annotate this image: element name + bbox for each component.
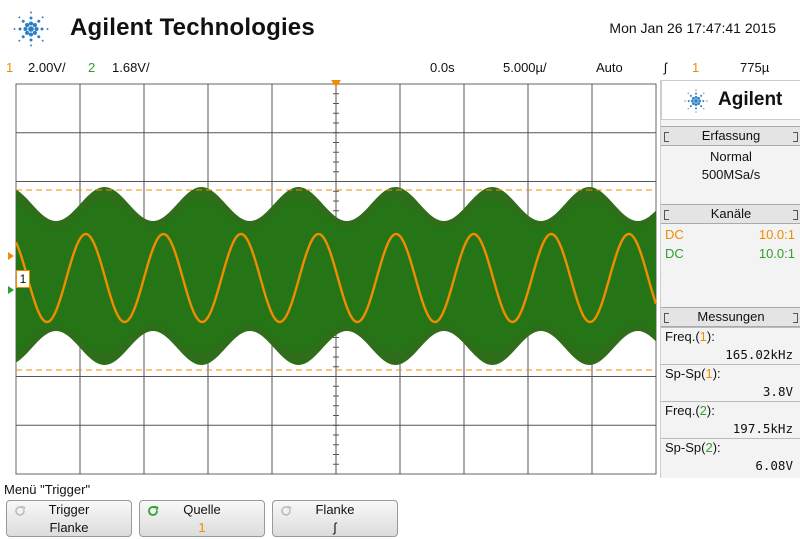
meas-value: 165.02kHz xyxy=(725,347,793,362)
meas-label-end: ): xyxy=(706,403,715,418)
datetime-readout: Mon Jan 26 17:47:41 2015 xyxy=(609,20,776,36)
ch2-number[interactable]: 2 xyxy=(88,60,95,75)
kanaele-body: DC 10.0:1 DC 10.0:1 xyxy=(661,224,800,263)
agilent-spark-small-icon xyxy=(684,89,708,113)
brand-title: Agilent Technologies xyxy=(70,14,315,41)
ch1-marker-label: 1 xyxy=(19,272,27,286)
time-offset[interactable]: 0.0s xyxy=(430,60,455,75)
meas-channel: 2 xyxy=(705,440,713,455)
side-logo: Agilent xyxy=(661,80,800,120)
acquisition-mode: Normal xyxy=(710,149,752,164)
sample-rate: 500MSa/s xyxy=(701,167,761,182)
time-scale[interactable]: 5.000µ/ xyxy=(503,60,547,75)
meas-label-end: ): xyxy=(706,329,715,344)
measurement-item[interactable]: Freq.(1): 165.02kHz xyxy=(661,327,800,364)
messungen-title: Messungen xyxy=(697,309,765,324)
side-panel: Agilent Erfassung Normal 500MSa/s Kanäle… xyxy=(660,80,800,478)
status-bar: 1 2.00V/ 2 1.68V/ 0.0s 5.000µ/ Auto ʃ 1 … xyxy=(0,58,800,78)
meas-label-end: ): xyxy=(712,440,721,455)
softkey-value: ʃ xyxy=(333,520,337,535)
ch2-probe: 10.0:1 xyxy=(758,246,795,261)
measurement-item[interactable]: Freq.(2): 197.5kHz xyxy=(661,401,800,438)
trigger-mode[interactable]: Auto xyxy=(596,60,623,75)
kanaele-title: Kanäle xyxy=(710,206,752,221)
meas-value: 6.08V xyxy=(755,458,793,473)
menu-title: Menü "Trigger" xyxy=(4,482,91,497)
softkey-label: Flanke xyxy=(315,502,355,517)
channel-row-2: DC 10.0:1 xyxy=(661,244,800,263)
softkey-source[interactable]: Quelle 1 xyxy=(139,500,265,537)
ch1-ground-marker[interactable]: 1 xyxy=(16,270,30,288)
ch1-number[interactable]: 1 xyxy=(6,60,13,75)
meas-value: 3.8V xyxy=(762,384,793,399)
trigger-slope-icon: ʃ xyxy=(664,60,667,75)
waveform-graticule xyxy=(8,80,658,475)
side-brand: Agilent xyxy=(718,89,783,110)
ch1-probe: 10.0:1 xyxy=(758,227,795,242)
meas-label: Sp-Sp( xyxy=(665,440,706,455)
erfassung-body: Normal 500MSa/s xyxy=(661,146,800,184)
softkey-value: Flanke xyxy=(49,520,89,535)
header-bar: Agilent Technologies Mon Jan 26 17:47:41… xyxy=(0,0,800,58)
ch2-scale[interactable]: 1.68V/ xyxy=(112,60,150,75)
measurement-item[interactable]: Sp-Sp(2): 6.08V xyxy=(661,438,800,475)
erfassung-header[interactable]: Erfassung xyxy=(661,126,800,146)
kanaele-header[interactable]: Kanäle xyxy=(661,204,800,224)
meas-label-end: ): xyxy=(712,366,721,381)
meas-channel: 1 xyxy=(699,329,707,344)
trigger-source[interactable]: 1 xyxy=(692,60,699,75)
softkey-label: Quelle xyxy=(183,502,221,517)
channel-row-1: DC 10.0:1 xyxy=(661,225,800,244)
softkey-label: Trigger xyxy=(48,502,90,517)
trigger-level[interactable]: 775µ xyxy=(740,60,769,75)
meas-channel: 1 xyxy=(705,366,713,381)
meas-label: Freq.( xyxy=(665,329,700,344)
meas-channel: 2 xyxy=(699,403,707,418)
measurement-item[interactable]: Sp-Sp(1): 3.8V xyxy=(661,364,800,401)
messungen-header[interactable]: Messungen xyxy=(661,307,800,327)
ch2-coupling: DC xyxy=(665,246,684,261)
ch1-scale[interactable]: 2.00V/ xyxy=(28,60,66,75)
meas-value: 197.5kHz xyxy=(732,421,793,436)
meas-label: Sp-Sp( xyxy=(665,366,706,381)
erfassung-title: Erfassung xyxy=(701,128,761,143)
waveform-display[interactable]: 1 xyxy=(0,78,658,476)
ch1-coupling: DC xyxy=(665,227,684,242)
softkey-trigger-type[interactable]: Trigger Flanke xyxy=(6,500,132,537)
softkey-value: 1 xyxy=(198,520,206,535)
agilent-spark-logo xyxy=(13,11,49,47)
softkey-slope[interactable]: Flanke ʃ xyxy=(272,500,398,537)
meas-label: Freq.( xyxy=(665,403,700,418)
messungen-body: Freq.(1): 165.02kHz Sp-Sp(1): 3.8V Freq.… xyxy=(661,327,800,475)
